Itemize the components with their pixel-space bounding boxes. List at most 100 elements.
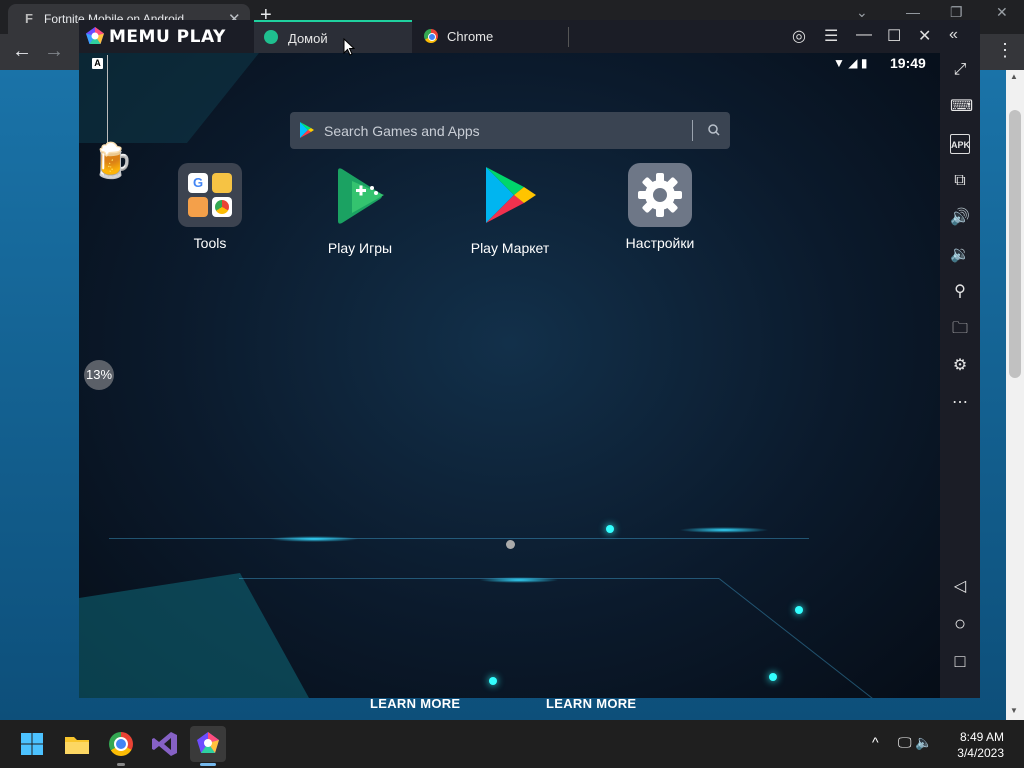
background-line — [718, 578, 877, 698]
play-store-small-icon — [300, 122, 314, 138]
background-decoration — [79, 53, 259, 143]
tab-search-icon[interactable]: ⌄ — [856, 4, 868, 21]
collapse-sidebar-icon[interactable]: « — [949, 26, 958, 44]
app-play-games[interactable]: Play Игры — [300, 163, 420, 256]
widget-string — [107, 55, 108, 145]
tools-folder-icon: G — [178, 163, 242, 227]
tray-overflow-chevron-icon[interactable]: ^ — [872, 734, 879, 750]
memu-logo-icon — [86, 27, 104, 44]
battery-icon: ▮ — [860, 56, 868, 70]
memu-logo-text: MEMU PLAY — [109, 27, 226, 47]
menu-icon[interactable]: ☰ — [824, 26, 838, 46]
memu-icon — [197, 732, 219, 753]
speaker-icon[interactable]: 🔈 — [915, 734, 932, 750]
keyboard-badge-icon: A — [92, 58, 103, 69]
search-icon[interactable] — [706, 122, 722, 138]
taskbar-chrome[interactable] — [103, 726, 139, 766]
chrome-icon — [424, 29, 438, 43]
system-tray-icons[interactable]: 🖵 🔈 — [898, 734, 933, 751]
memu-tab-chrome[interactable]: Chrome — [414, 20, 572, 53]
tab-divider — [568, 27, 569, 47]
memory-boost-button[interactable]: 13% — [84, 360, 114, 390]
apk-icon[interactable]: APK — [950, 134, 970, 154]
volume-down-icon[interactable]: 🔉 — [950, 245, 970, 265]
app-label: Play Маркет — [470, 240, 550, 256]
learn-more-link[interactable]: LEARN MORE — [546, 696, 636, 711]
folder-icon — [65, 737, 89, 754]
signal-icon: ◢ — [848, 56, 858, 70]
memu-titlebar: MEMU PLAY Домой Chrome ◎ ☰ — ☐ ✕ « — [79, 20, 980, 53]
app-label: Play Игры — [327, 240, 393, 256]
play-games-icon — [338, 168, 384, 224]
taskbar — [0, 720, 1024, 768]
close-window-button[interactable]: ✕ — [996, 4, 1008, 21]
fullscreen-icon[interactable]: ⤢ — [950, 60, 970, 80]
wifi-icon: ▼ — [833, 56, 845, 70]
play-store-icon — [486, 167, 536, 223]
maximize-button[interactable]: ❐ — [950, 4, 963, 21]
app-tools[interactable]: G Tools — [150, 163, 270, 251]
taskbar-visual-studio[interactable] — [147, 726, 183, 762]
back-button[interactable]: ← — [12, 40, 32, 63]
status-icons: ▼ ◢ ▮ — [833, 56, 867, 70]
background-dot — [489, 677, 497, 685]
background-glow — [269, 536, 359, 542]
app-label: Tools — [193, 235, 227, 251]
background-dot — [795, 606, 803, 614]
search-bar[interactable]: Search Games and Apps — [290, 112, 730, 149]
keyboard-icon[interactable]: ⌨ — [950, 97, 973, 117]
memu-tab-home[interactable]: Домой — [254, 20, 412, 53]
back-nav-icon[interactable]: ◁ — [950, 577, 970, 597]
page-indicator-dot — [506, 540, 515, 549]
taskbar-memu[interactable] — [190, 726, 226, 766]
folder-icon[interactable]: 🗀 — [950, 319, 970, 339]
network-icon[interactable]: 🖵 — [898, 734, 912, 750]
visual-studio-icon — [152, 732, 177, 756]
account-icon[interactable]: ◎ — [792, 26, 806, 46]
start-button[interactable] — [14, 726, 50, 762]
home-nav-icon[interactable]: ○ — [950, 614, 970, 634]
beer-mug-icon[interactable]: 🍺 — [91, 141, 133, 181]
app-play-store[interactable]: Play Маркет — [450, 163, 570, 256]
maximize-button[interactable]: ☐ — [887, 26, 901, 46]
minimize-button[interactable]: — — [906, 4, 920, 20]
taskbar-file-explorer[interactable] — [59, 726, 95, 762]
more-icon[interactable]: ⋯ — [950, 393, 970, 413]
forward-button[interactable]: → — [44, 40, 64, 63]
scrollbar-thumb[interactable] — [1009, 110, 1021, 378]
background-glow — [479, 577, 559, 583]
search-divider — [692, 120, 693, 141]
fortnite-favicon-icon: F — [25, 11, 33, 26]
scroll-down-arrow-icon[interactable]: ▼ — [1010, 706, 1018, 715]
background-decoration — [79, 573, 309, 698]
search-placeholder: Search Games and Apps — [324, 123, 480, 139]
close-button[interactable]: ✕ — [918, 26, 931, 46]
recents-nav-icon[interactable]: □ — [950, 651, 970, 671]
multi-instance-icon[interactable]: ⧉ — [950, 171, 970, 191]
mouse-cursor-icon — [343, 38, 355, 56]
background-dot — [769, 673, 777, 681]
memu-tab-label: Chrome — [447, 29, 494, 44]
chrome-icon — [109, 732, 133, 756]
minimize-button[interactable]: — — [856, 26, 872, 44]
settings-icon[interactable]: ⚙ — [950, 356, 970, 376]
memu-sidebar: ⤢ ⌨ APK ⧉ 🔊 🔉 ⚲ 🗀 ⚙ ⋯ ◁ ○ □ — [940, 53, 980, 698]
clock-date[interactable]: 3/4/2023 — [948, 746, 1004, 760]
settings-gear-icon — [628, 163, 692, 227]
app-settings[interactable]: Настройки — [600, 163, 720, 251]
windows-icon — [21, 733, 43, 755]
memu-window: MEMU PLAY Домой Chrome ◎ ☰ — ☐ ✕ « A ▼ ◢… — [79, 20, 980, 698]
app-label: Настройки — [625, 235, 695, 251]
background-glow — [679, 527, 769, 533]
android-screen: A ▼ ◢ ▮ 19:49 Search Games and Apps G To… — [79, 53, 940, 698]
clock-time[interactable]: 8:49 AM — [958, 730, 1004, 744]
volume-up-icon[interactable]: 🔊 — [950, 208, 970, 228]
browser-menu-button[interactable]: ⋮ — [996, 40, 1014, 61]
location-icon[interactable]: ⚲ — [950, 282, 970, 302]
scroll-up-arrow-icon[interactable]: ▲ — [1010, 72, 1018, 81]
learn-more-link[interactable]: LEARN MORE — [370, 696, 460, 711]
background-line — [109, 538, 809, 539]
background-dot — [606, 525, 614, 533]
memu-home-icon — [264, 30, 278, 44]
status-time: 19:49 — [890, 55, 926, 71]
